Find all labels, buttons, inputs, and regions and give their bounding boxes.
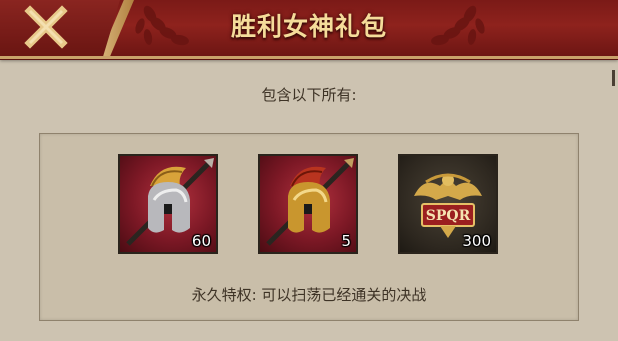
close-x-icon xyxy=(24,5,68,49)
reward-item-silver-helmet[interactable]: 60 xyxy=(118,154,218,254)
permanent-privilege-text: 永久特权: 可以扫荡已经通关的决战 xyxy=(191,286,427,304)
svg-text:SPQR: SPQR xyxy=(426,208,471,224)
item-count: 5 xyxy=(341,232,351,250)
item-count: 60 xyxy=(191,232,211,250)
bundle-contents-label: 包含以下所有: xyxy=(261,86,357,104)
item-count: 300 xyxy=(462,232,491,250)
reward-item-spqr-emblem[interactable]: SPQR 300 xyxy=(398,154,498,254)
close-button[interactable] xyxy=(0,0,120,56)
reward-item-gold-helmet[interactable]: 5 xyxy=(258,154,358,254)
